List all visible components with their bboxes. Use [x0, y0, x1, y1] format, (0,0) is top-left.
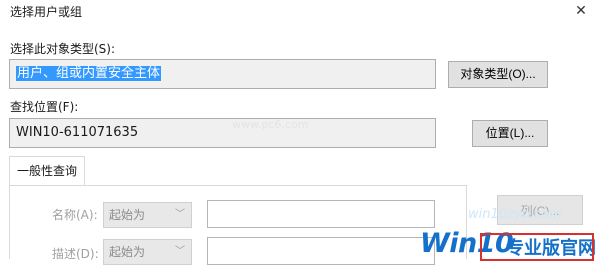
- description-input[interactable]: [207, 237, 435, 265]
- chevron-down-icon: ﹀: [175, 246, 185, 257]
- highlight-box: [480, 233, 594, 261]
- close-icon[interactable]: ✕: [570, 0, 592, 22]
- name-match-select[interactable]: 起始为 ﹀: [103, 202, 192, 228]
- locations-button[interactable]: 位置(L)...: [472, 120, 548, 147]
- common-queries-panel: 名称(A): 起始为 ﹀ 描述(D): 起始为 ﹀: [9, 185, 467, 265]
- location-label: 查找位置(F):: [10, 100, 79, 114]
- description-match-select[interactable]: 起始为 ﹀: [103, 239, 192, 265]
- name-input[interactable]: [207, 200, 435, 228]
- object-type-field: 用户、组或内置安全主体: [9, 59, 436, 89]
- title-bar: 选择用户或组 ✕: [0, 0, 598, 22]
- object-type-value: 用户、组或内置安全主体: [16, 66, 162, 81]
- watermark-center: www.pc6.com: [232, 118, 309, 131]
- description-match-value: 起始为: [109, 245, 146, 259]
- description-label: 描述(D):: [52, 247, 99, 261]
- name-match-value: 起始为: [109, 208, 146, 222]
- window-title: 选择用户或组: [10, 5, 83, 19]
- object-type-label: 选择此对象类型(S):: [10, 42, 116, 56]
- location-field: WIN10-611071635: [9, 118, 436, 148]
- chevron-down-icon: ﹀: [175, 209, 185, 220]
- tab-common-queries[interactable]: 一般性查询: [9, 156, 85, 186]
- watermark-url: win10zyb.com: [468, 207, 562, 222]
- object-types-button[interactable]: 对象类型(O)...: [448, 61, 548, 88]
- location-value: WIN10-611071635: [16, 125, 139, 140]
- name-label: 名称(A):: [52, 208, 98, 222]
